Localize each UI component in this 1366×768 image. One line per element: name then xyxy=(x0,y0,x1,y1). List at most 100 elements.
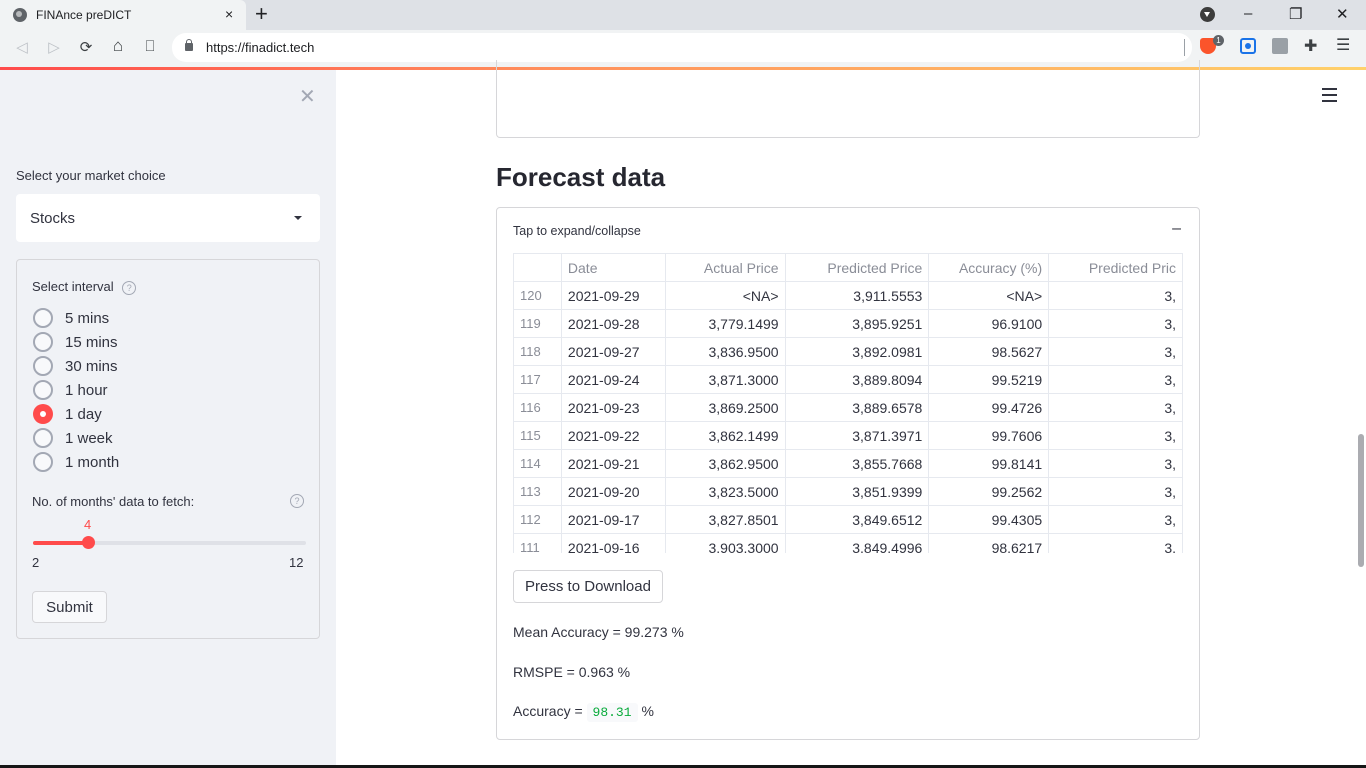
collapse-icon[interactable]: – xyxy=(1172,220,1181,238)
slider-thumb[interactable] xyxy=(81,536,95,549)
row-index: 112 xyxy=(513,505,562,534)
table-cell: 2021-09-16 xyxy=(560,533,666,553)
interval-option-label: 1 day xyxy=(65,405,102,423)
table-cell: 3,911.5553 xyxy=(784,281,930,310)
accuracy-line: Accuracy = 98.31 % xyxy=(513,703,654,722)
download-button[interactable]: Press to Download xyxy=(513,570,663,603)
table-row[interactable]: 111 2021-09-16 3,903.3000 3,849.4996 98.6217… xyxy=(513,533,1183,553)
window-close-button[interactable]: ✕ xyxy=(1336,5,1349,23)
interval-option-label: 5 mins xyxy=(65,309,110,327)
table-cell: 3, xyxy=(1048,393,1183,422)
interval-option[interactable]: 1 day xyxy=(33,404,102,424)
globe-icon xyxy=(13,8,27,22)
previous-chart-container xyxy=(496,60,1200,138)
interval-option[interactable]: 1 month xyxy=(33,452,119,472)
interval-label-row: Select interval ? xyxy=(32,279,137,295)
back-icon[interactable]: ◁ xyxy=(12,38,32,56)
slider-fill xyxy=(33,541,88,545)
table-header-row: Date Actual Price Predicted Price Accuracy … xyxy=(513,253,1183,282)
table-row[interactable]: 116 2021-09-23 3,869.2500 3,889.6578 99.4726… xyxy=(513,393,1183,422)
table-cell: 2021-09-21 xyxy=(560,449,666,478)
column-header[interactable] xyxy=(513,253,562,282)
tab-close-icon[interactable]: × xyxy=(225,6,233,22)
table-row[interactable]: 112 2021-09-17 3,827.8501 3,849.6512 99.4305… xyxy=(513,505,1183,534)
row-index: 116 xyxy=(513,393,562,422)
sidebar-close-icon[interactable]: ✕ xyxy=(299,84,316,109)
submit-button[interactable]: Submit xyxy=(32,591,107,623)
app-menu-icon[interactable] xyxy=(1322,88,1337,106)
mean-accuracy-text: Mean Accuracy = 99.273 % xyxy=(513,624,684,640)
table-cell: 2021-09-17 xyxy=(560,505,666,534)
interval-option[interactable]: 15 mins xyxy=(33,332,118,352)
radio-unchecked-icon[interactable] xyxy=(33,356,53,376)
table-row[interactable]: 118 2021-09-27 3,836.9500 3,892.0981 98.5627… xyxy=(513,337,1183,366)
table-cell: 3,903.3000 xyxy=(664,533,786,553)
radio-unchecked-icon[interactable] xyxy=(33,428,53,448)
table-cell: 2021-09-23 xyxy=(560,393,666,422)
interval-option[interactable]: 5 mins xyxy=(33,308,109,328)
radio-unchecked-icon[interactable] xyxy=(33,452,53,472)
months-slider[interactable]: 4 xyxy=(33,517,306,549)
expander-header[interactable]: Tap to expand/collapse xyxy=(513,224,641,238)
browser-tab[interactable]: FINAnce preDICT × xyxy=(0,0,246,30)
help-icon[interactable]: ? xyxy=(290,494,304,508)
table-row[interactable]: 119 2021-09-28 3,779.1499 3,895.9251 96.9100… xyxy=(513,309,1183,338)
table-cell: 3,862.9500 xyxy=(664,449,786,478)
interval-option-label: 1 month xyxy=(65,453,120,471)
column-header[interactable]: Predicted Pric xyxy=(1048,253,1183,282)
interval-option[interactable]: 30 mins xyxy=(33,356,118,376)
interval-option[interactable]: 1 week xyxy=(33,428,113,448)
table-row[interactable]: 120 2021-09-29 <NA> 3,911.5553 <NA> 3, xyxy=(513,281,1183,310)
restore-button[interactable]: ❐ xyxy=(1289,5,1302,23)
table-cell: 3,889.6578 xyxy=(784,393,930,422)
table-row[interactable]: 113 2021-09-20 3,823.5000 3,851.9399 99.2562… xyxy=(513,477,1183,506)
table-cell: 3,836.9500 xyxy=(664,337,786,366)
table-cell: 3, xyxy=(1048,533,1183,553)
table-cell: 3, xyxy=(1048,477,1183,506)
table-cell: 99.4726 xyxy=(928,393,1050,422)
rmspe-text: RMSPE = 0.963 % xyxy=(513,664,631,680)
table-cell: 3, xyxy=(1048,365,1183,394)
table-cell: 2021-09-24 xyxy=(560,365,666,394)
radio-unchecked-icon[interactable] xyxy=(33,332,53,352)
accuracy-value: 98.31 xyxy=(586,703,638,722)
help-icon[interactable]: ? xyxy=(122,280,137,295)
row-index: 115 xyxy=(513,421,562,450)
radio-unchecked-icon[interactable] xyxy=(33,380,53,400)
minimize-button[interactable]: – xyxy=(1244,5,1252,22)
column-header[interactable]: Date xyxy=(560,253,666,282)
forecast-table[interactable]: Date Actual Price Predicted Price Accuracy … xyxy=(513,253,1183,553)
bookmark-icon[interactable]: ⎕ xyxy=(140,38,160,55)
interval-option[interactable]: 1 hour xyxy=(33,380,108,400)
forward-icon[interactable]: ▷ xyxy=(44,38,64,56)
market-choice-select[interactable]: Stocks xyxy=(16,194,320,242)
column-header[interactable]: Accuracy (%) xyxy=(928,253,1050,282)
new-tab-button[interactable]: + xyxy=(255,3,268,25)
home-icon[interactable]: ⌂ xyxy=(108,36,128,56)
column-header[interactable]: Predicted Price xyxy=(784,253,930,282)
page-scrollbar[interactable] xyxy=(1358,434,1364,567)
table-row[interactable]: 117 2021-09-24 3,871.3000 3,889.8094 99.5219… xyxy=(513,365,1183,394)
column-header[interactable]: Actual Price xyxy=(664,253,786,282)
url-text[interactable]: https://finadict.tech xyxy=(206,40,314,55)
interval-option-label: 1 week xyxy=(65,429,113,447)
reload-icon[interactable]: ⟳ xyxy=(76,38,96,56)
table-cell: 3, xyxy=(1048,505,1183,534)
browser-menu-icon[interactable]: ☰ xyxy=(1336,35,1352,54)
table-cell: 99.5219 xyxy=(928,365,1050,394)
table-row[interactable]: 115 2021-09-22 3,862.1499 3,871.3971 99.7606… xyxy=(513,421,1183,450)
extensions-puzzle-icon[interactable]: ✚ xyxy=(1304,36,1320,55)
radio-checked-icon[interactable] xyxy=(33,404,53,424)
table-row[interactable]: 114 2021-09-21 3,862.9500 3,855.7668 99.8141… xyxy=(513,449,1183,478)
address-bar[interactable]: https://finadict.tech xyxy=(172,33,1192,62)
table-body: 120 2021-09-29 <NA> 3,911.5553 <NA> 3, 119 2021… xyxy=(513,281,1183,553)
screen-capture-extension-icon[interactable] xyxy=(1240,38,1256,54)
table-cell: 3,851.9399 xyxy=(784,477,930,506)
radio-unchecked-icon[interactable] xyxy=(33,308,53,328)
interval-label: Select interval xyxy=(32,279,114,294)
table-cell: 3,827.8501 xyxy=(664,505,786,534)
table-cell: 96.9100 xyxy=(928,309,1050,338)
browser-tab-bar: FINAnce preDICT × + – ❐ ✕ xyxy=(0,0,1366,30)
tab-search-icon[interactable] xyxy=(1200,7,1215,22)
profile-extension-icon[interactable] xyxy=(1272,38,1288,54)
